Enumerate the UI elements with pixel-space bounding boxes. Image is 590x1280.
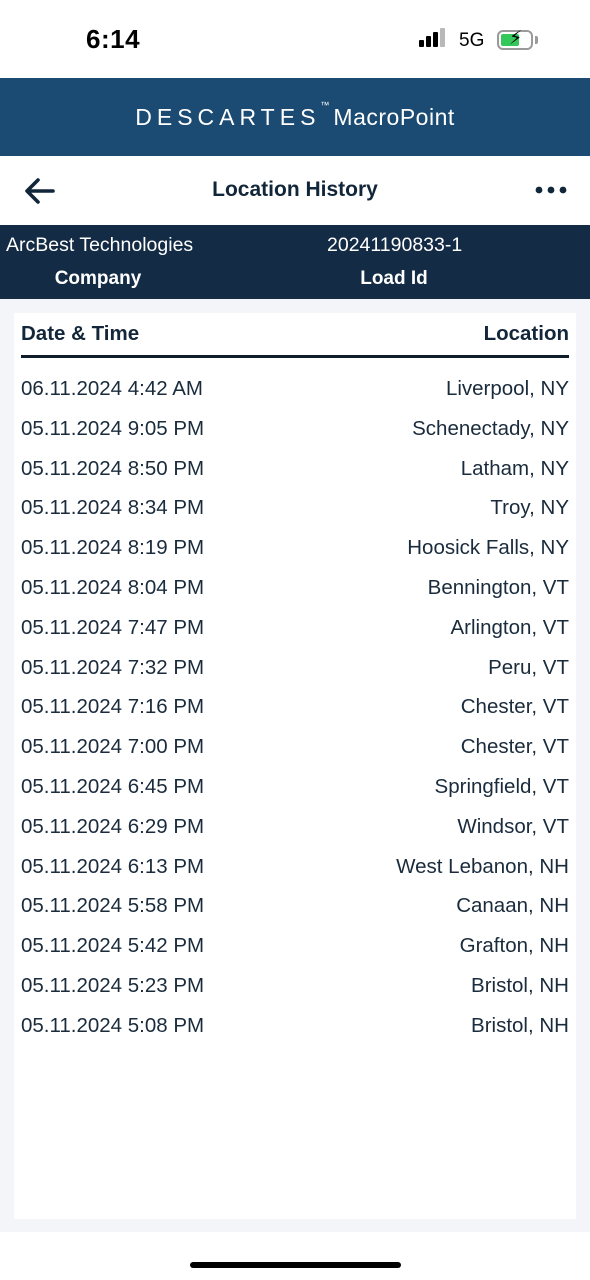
row-location: Liverpool, NY — [445, 377, 569, 400]
row-location: Peru, VT — [488, 655, 569, 679]
brand-product: MacroPoint — [333, 103, 455, 130]
row-location: Bristol, NH — [471, 1013, 569, 1037]
row-datetime: 05.11.2024 5:08 PM — [21, 1013, 205, 1037]
more-button[interactable] — [532, 178, 572, 202]
table-row[interactable]: 05.11.2024 7:47 PM Arlington, VT — [21, 611, 569, 651]
row-location: Canaan, NH — [456, 894, 569, 918]
table-row[interactable]: 05.11.2024 5:42 PM Grafton, NH — [21, 929, 569, 969]
table-row[interactable]: 05.11.2024 9:05 PM Schenectady, NY — [21, 412, 569, 452]
table-row[interactable]: 05.11.2024 5:58 PM Canaan, NH — [21, 889, 569, 929]
table-row[interactable]: 05.11.2024 8:50 PM Latham, NY — [21, 452, 569, 492]
row-location: Bristol, NH — [471, 973, 569, 997]
row-location: Troy, NY — [490, 496, 569, 520]
load-id-label: Load Id — [360, 268, 428, 289]
signal-icon — [419, 28, 449, 50]
network-type: 5G — [459, 30, 485, 51]
table-row[interactable]: 05.11.2024 6:13 PM West Lebanon, NH — [21, 850, 569, 890]
brand-logo: DESCARTES™ MacroPoint — [135, 100, 455, 131]
table-row[interactable]: 05.11.2024 5:08 PM Bristol, NH — [21, 1009, 569, 1049]
row-datetime: 05.11.2024 5:23 PM — [21, 973, 205, 997]
row-datetime: 05.11.2024 6:13 PM — [21, 854, 205, 878]
charging-bolt-icon: ⚡ — [509, 28, 523, 49]
brand-name: DESCARTES — [135, 103, 321, 130]
status-time: 6:14 — [86, 24, 141, 54]
load-id-value: 20241190833-1 — [327, 234, 463, 256]
screen: 6:14 5G ⚡ DESCARTES™ MacroPoint Location … — [0, 0, 590, 1280]
table-row[interactable]: 05.11.2024 8:04 PM Bennington, VT — [21, 571, 569, 611]
load-info-bar: ArcBest Technologies Company 20241190833… — [0, 225, 590, 299]
row-datetime: 06.11.2024 4:42 AM — [21, 377, 203, 400]
row-location: Chester, VT — [460, 695, 569, 719]
row-location: Latham, NY — [460, 456, 569, 480]
row-datetime: 05.11.2024 8:34 PM — [21, 496, 205, 520]
nav-header: Location History — [0, 156, 590, 225]
row-location: Bennington, VT — [427, 575, 569, 599]
row-datetime: 05.11.2024 6:45 PM — [21, 774, 205, 798]
row-datetime: 05.11.2024 5:42 PM — [21, 934, 205, 958]
column-header-location: Location — [483, 322, 569, 345]
load-id-info: 20241190833-1 Load Id — [294, 225, 494, 299]
battery-cap — [535, 36, 538, 44]
company-value: ArcBest Technologies — [6, 234, 194, 256]
row-datetime: 05.11.2024 9:05 PM — [21, 416, 205, 440]
row-location: Windsor, VT — [457, 814, 569, 838]
brand-trademark: ™ — [320, 99, 330, 110]
table-row[interactable]: 06.11.2024 4:42 AM Liverpool, NY — [21, 372, 569, 412]
more-horizontal-icon — [535, 186, 567, 194]
row-datetime: 05.11.2024 5:58 PM — [21, 894, 205, 918]
table-row[interactable]: 05.11.2024 6:45 PM Springfield, VT — [21, 770, 569, 810]
location-history-card: Date & Time Location 06.11.2024 4:42 AM L… — [14, 313, 576, 1219]
row-datetime: 05.11.2024 6:29 PM — [21, 814, 205, 838]
table-row[interactable]: 05.11.2024 7:32 PM Peru, VT — [21, 651, 569, 691]
row-datetime: 05.11.2024 8:19 PM — [21, 536, 205, 560]
row-location: Springfield, VT — [434, 774, 569, 798]
table-row[interactable]: 05.11.2024 8:34 PM Troy, NY — [21, 491, 569, 531]
row-location: Grafton, NH — [459, 934, 569, 958]
table-row[interactable]: 05.11.2024 7:00 PM Chester, VT — [21, 730, 569, 770]
row-datetime: 05.11.2024 8:50 PM — [21, 456, 205, 480]
row-datetime: 05.11.2024 7:16 PM — [21, 695, 205, 719]
row-datetime: 05.11.2024 7:32 PM — [21, 655, 205, 679]
company-label: Company — [54, 268, 142, 289]
row-location: Chester, VT — [460, 735, 569, 759]
row-location: Schenectady, NY — [412, 416, 569, 440]
row-location: West Lebanon, NH — [396, 854, 569, 878]
page-title: Location History — [212, 178, 378, 201]
location-list: 06.11.2024 4:42 AM Liverpool, NY 05.11.202… — [21, 372, 569, 1049]
home-indicator[interactable] — [190, 1262, 401, 1268]
status-bar: 6:14 5G ⚡ — [0, 0, 590, 78]
table-row[interactable]: 05.11.2024 6:29 PM Windsor, VT — [21, 810, 569, 850]
table-header: Date & Time Location — [21, 319, 569, 358]
row-location: Arlington, VT — [450, 615, 570, 639]
row-datetime: 05.11.2024 7:47 PM — [21, 615, 205, 639]
column-header-datetime: Date & Time — [21, 322, 140, 345]
table-row[interactable]: 05.11.2024 8:19 PM Hoosick Falls, NY — [21, 531, 569, 571]
row-datetime: 05.11.2024 7:00 PM — [21, 735, 205, 759]
row-datetime: 05.11.2024 8:04 PM — [21, 575, 205, 599]
battery-icon: ⚡ — [497, 28, 533, 50]
company-info: ArcBest Technologies Company — [0, 225, 196, 299]
row-location: Hoosick Falls, NY — [407, 536, 569, 560]
brand-banner: DESCARTES™ MacroPoint — [0, 78, 590, 156]
table-row[interactable]: 05.11.2024 7:16 PM Chester, VT — [21, 690, 569, 730]
table-row[interactable]: 05.11.2024 5:23 PM Bristol, NH — [21, 969, 569, 1009]
